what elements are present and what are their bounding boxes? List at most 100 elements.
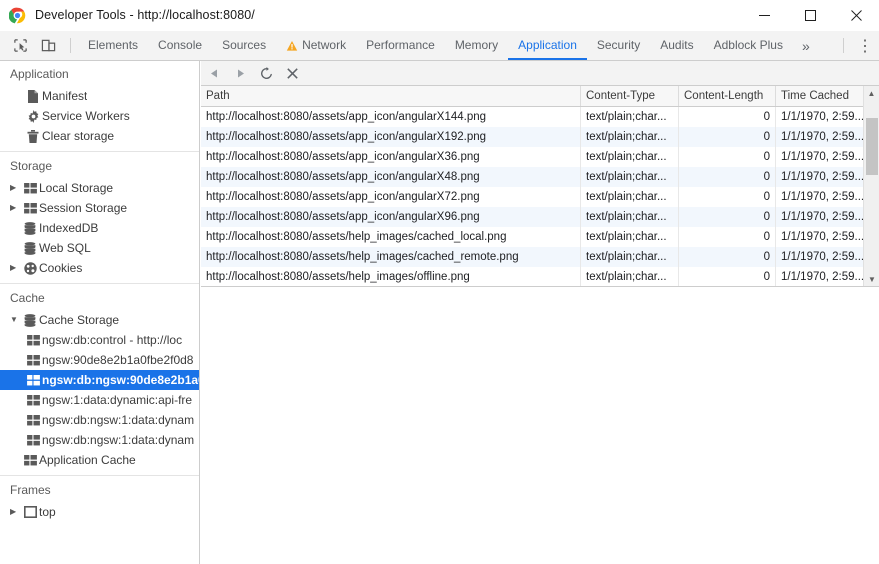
sidebar-section-frames: Frames xyxy=(10,483,51,497)
chevron-right-icon[interactable]: ▶ xyxy=(10,264,21,272)
tab-application[interactable]: Application xyxy=(508,31,587,60)
scroll-down-arrow-icon[interactable]: ▼ xyxy=(864,272,879,286)
table-row[interactable]: http://localhost:8080/assets/help_images… xyxy=(201,227,879,247)
kebab-menu-icon[interactable]: ⋮ xyxy=(851,31,879,60)
tab-audits[interactable]: Audits xyxy=(650,31,703,60)
cell-path: http://localhost:8080/assets/app_icon/an… xyxy=(201,187,581,207)
sidebar-item-web-sql[interactable]: ▶ Web SQL xyxy=(0,238,199,258)
grid-vertical-scrollbar[interactable]: ▲ ▼ xyxy=(863,86,879,286)
cell-content-length: 0 xyxy=(679,147,776,167)
chevron-down-icon[interactable]: ▼ xyxy=(10,316,21,324)
sidebar-item-service-workers[interactable]: Service Workers xyxy=(0,106,199,126)
table-row[interactable]: http://localhost:8080/assets/app_icon/an… xyxy=(201,167,879,187)
tab-label: Elements xyxy=(88,37,139,52)
tab-label: Security xyxy=(596,37,641,52)
scrollbar-thumb[interactable] xyxy=(866,118,878,175)
sidebar-item-label: ngsw:1:data:dynamic:api-fre xyxy=(42,393,193,407)
column-header-time-cached[interactable]: Time Cached xyxy=(776,86,864,106)
sidebar-item-manifest[interactable]: Manifest xyxy=(0,86,199,106)
sidebar-item-top-frame[interactable]: ▶ top xyxy=(0,502,199,522)
close-button[interactable] xyxy=(833,0,879,31)
tab-elements[interactable]: Elements xyxy=(78,31,148,60)
sidebar-divider-3 xyxy=(0,475,199,476)
sidebar-item-indexeddb[interactable]: ▶ IndexedDB xyxy=(0,218,199,238)
tab-label: Network xyxy=(302,37,347,52)
sidebar-item-cache-ngsw-db-ngsw-90de8e2b[interactable]: ngsw:db:ngsw:90de8e2b1a0 xyxy=(0,370,199,390)
delete-selected-button[interactable] xyxy=(279,61,305,85)
cell-time-cached: 1/1/1970, 2:59... xyxy=(781,251,864,263)
tab-label: Application xyxy=(518,37,577,52)
cell-content-type: text/plain;char... xyxy=(581,107,679,127)
cell-path: http://localhost:8080/assets/app_icon/an… xyxy=(201,167,581,187)
cell-content-type: text/plain;char... xyxy=(581,207,679,227)
tab-label: Adblock Plus xyxy=(713,37,783,52)
table-row[interactable]: http://localhost:8080/assets/app_icon/an… xyxy=(201,207,879,227)
toolbar-separator-right xyxy=(843,38,844,53)
sidebar-item-application-cache[interactable]: ▶ Application Cache xyxy=(0,450,199,470)
tab-label: Console xyxy=(158,37,203,52)
cache-entries-grid[interactable]: Path Content-Type Content-Length Time Ca… xyxy=(201,86,879,287)
chrome-logo-icon xyxy=(8,7,26,24)
cell-time-cached: 1/1/1970, 2:59... xyxy=(781,191,864,203)
column-header-content-length[interactable]: Content-Length xyxy=(679,86,776,106)
maximize-button[interactable] xyxy=(787,0,833,31)
tab-network[interactable]: Network xyxy=(276,31,356,60)
cell-time-cached: 1/1/1970, 2:59... xyxy=(781,171,864,183)
table-row[interactable]: http://localhost:8080/assets/app_icon/an… xyxy=(201,147,879,167)
cell-content-length: 0 xyxy=(679,187,776,207)
database-icon xyxy=(21,241,39,255)
sidebar-item-local-storage[interactable]: ▶ Local Storage xyxy=(0,178,199,198)
table-row[interactable]: http://localhost:8080/assets/app_icon/an… xyxy=(201,127,879,147)
sidebar-item-cache-ngsw-90de8e2b[interactable]: ngsw:90de8e2b1a0fbe2f0d8 xyxy=(0,350,199,370)
minimize-button[interactable] xyxy=(741,0,787,31)
sidebar-item-label: Web SQL xyxy=(39,241,91,255)
cache-preview-pane xyxy=(201,287,879,563)
sidebar-item-cache-ngsw-1-data-dynamic-api[interactable]: ngsw:1:data:dynamic:api-fre xyxy=(0,390,199,410)
inspect-element-icon[interactable] xyxy=(6,31,34,60)
refresh-button[interactable] xyxy=(253,61,279,85)
sidebar-item-clear-storage[interactable]: Clear storage xyxy=(0,126,199,146)
cell-content-type: text/plain;char... xyxy=(581,187,679,207)
tab-performance[interactable]: Performance xyxy=(356,31,445,60)
application-sidebar[interactable]: Application Manifest Service Workers Cle… xyxy=(0,61,200,564)
next-page-button[interactable] xyxy=(227,61,253,85)
tab-adblock-plus[interactable]: Adblock Plus xyxy=(704,31,793,60)
scroll-up-arrow-icon[interactable]: ▲ xyxy=(864,86,879,101)
tab-sources[interactable]: Sources xyxy=(212,31,276,60)
sidebar-section-cache: Cache xyxy=(10,291,45,305)
sidebar-item-label: ngsw:90de8e2b1a0fbe2f0d8 xyxy=(42,353,194,367)
sidebar-item-cache-ngsw-db-ngsw-1-data-dynamic-b[interactable]: ngsw:db:ngsw:1:data:dynam xyxy=(0,430,199,450)
tab-security[interactable]: Security xyxy=(587,31,650,60)
tabstrip-right-controls: ⋮ xyxy=(835,31,879,60)
table-row[interactable]: http://localhost:8080/assets/app_icon/an… xyxy=(201,187,879,207)
sidebar-item-cache-ngsw-db-ngsw-1-data-dynamic-a[interactable]: ngsw:db:ngsw:1:data:dynam xyxy=(0,410,199,430)
cell-path: http://localhost:8080/assets/app_icon/an… xyxy=(201,127,581,147)
document-icon xyxy=(24,89,42,103)
toggle-device-toolbar-icon[interactable] xyxy=(34,31,62,60)
tab-memory[interactable]: Memory xyxy=(445,31,508,60)
more-tabs-chevron-icon[interactable]: » xyxy=(793,31,819,60)
previous-page-button[interactable] xyxy=(201,61,227,85)
devtools-tabstrip: Elements Console Sources Network Perform… xyxy=(0,31,879,61)
cell-content-length: 0 xyxy=(679,107,776,127)
tab-label: Performance xyxy=(366,37,435,52)
table-row[interactable]: http://localhost:8080/assets/help_images… xyxy=(201,267,879,286)
sidebar-item-cache-storage[interactable]: ▼ Cache Storage xyxy=(0,310,199,330)
chevron-right-icon[interactable]: ▶ xyxy=(10,508,21,516)
table-icon xyxy=(24,394,42,406)
sidebar-divider-2 xyxy=(0,283,199,284)
frame-icon xyxy=(21,506,39,518)
table-icon xyxy=(21,454,39,466)
table-row[interactable]: http://localhost:8080/assets/help_images… xyxy=(201,247,879,267)
table-row[interactable]: http://localhost:8080/assets/app_icon/an… xyxy=(201,107,879,127)
column-header-path[interactable]: Path xyxy=(201,86,581,106)
chevron-right-icon[interactable]: ▶ xyxy=(10,184,21,192)
sidebar-item-session-storage[interactable]: ▶ Session Storage xyxy=(0,198,199,218)
sidebar-item-label: ngsw:db:ngsw:1:data:dynam xyxy=(42,433,195,447)
sidebar-item-cookies[interactable]: ▶ Cookies xyxy=(0,258,199,278)
sidebar-item-cache-ngsw-db-control[interactable]: ngsw:db:control - http://loc xyxy=(0,330,199,350)
cell-path: http://localhost:8080/assets/help_images… xyxy=(201,267,581,286)
column-header-content-type[interactable]: Content-Type xyxy=(581,86,679,106)
chevron-right-icon[interactable]: ▶ xyxy=(10,204,21,212)
tab-console[interactable]: Console xyxy=(148,31,212,60)
